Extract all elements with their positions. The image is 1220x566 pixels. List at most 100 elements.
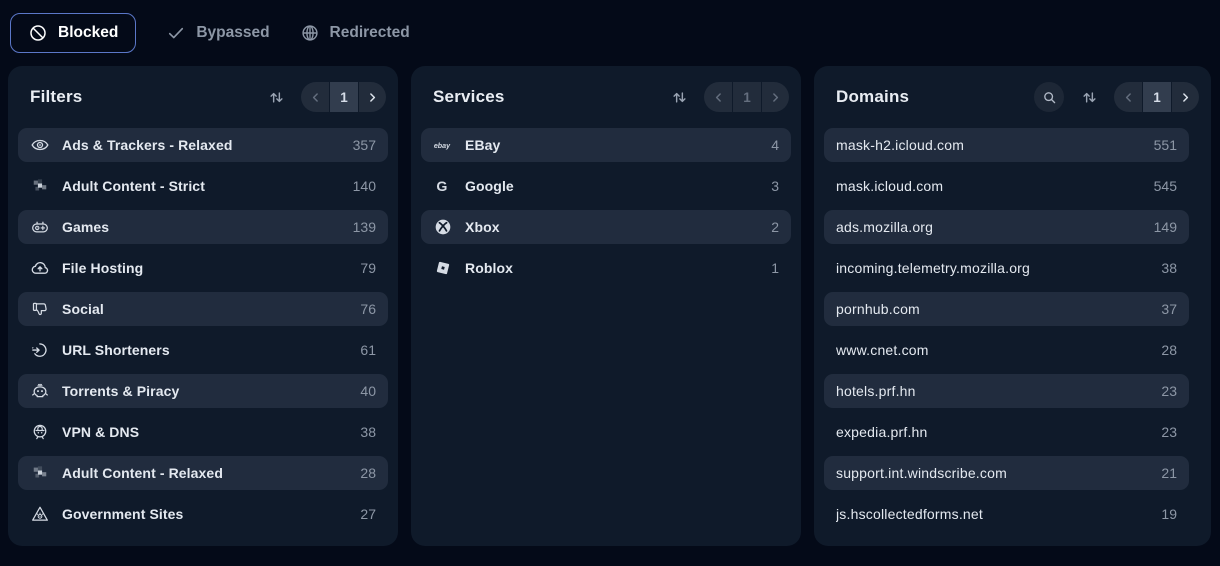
row-count: 79: [360, 260, 376, 276]
services-panel-controls: 1: [664, 82, 789, 112]
filters-list: Ads & Trackers - Relaxed 357 Adult Conte…: [18, 128, 388, 531]
row-count: 2: [771, 219, 779, 235]
thumbs-down-icon: [30, 299, 50, 319]
filters-panel: Filters 1 Ads & Trackers - Relaxed 357 A…: [8, 66, 398, 546]
row-count: 37: [1161, 301, 1177, 317]
chevron-right-icon: [365, 90, 380, 105]
sort-button[interactable]: [664, 82, 694, 112]
skull-icon: [30, 381, 50, 401]
row-count: 551: [1154, 137, 1177, 153]
domains-panel-controls: 1: [1034, 82, 1199, 112]
list-item-ads-mozilla-org[interactable]: ads.mozilla.org 149: [824, 210, 1189, 244]
chevron-left-icon: [1121, 90, 1136, 105]
page-number: 1: [1142, 82, 1171, 112]
row-count: 38: [1161, 260, 1177, 276]
prev-page-button[interactable]: [301, 82, 329, 112]
blocked-icon: [28, 23, 48, 43]
list-item-mask-icloud-com[interactable]: mask.icloud.com 545: [824, 169, 1189, 203]
row-count: 40: [360, 383, 376, 399]
services-list: EBay 4 Google 3 Xbox 2 Roblox 1: [421, 128, 791, 285]
tab-redirected[interactable]: Redirected: [300, 14, 410, 52]
prev-page-button[interactable]: [704, 82, 732, 112]
xbox-icon: [433, 217, 453, 237]
next-page-button[interactable]: [358, 82, 386, 112]
url-arrow-icon: [30, 340, 50, 360]
list-item-games[interactable]: Games 139: [18, 210, 388, 244]
list-item-js-hscollectedforms-net[interactable]: js.hscollectedforms.net 19: [824, 497, 1189, 531]
analytics-panels: Filters 1 Ads & Trackers - Relaxed 357 A…: [0, 66, 1220, 546]
row-count: 21: [1161, 465, 1177, 481]
filters-panel-controls: 1: [261, 82, 386, 112]
chevron-left-icon: [711, 90, 726, 105]
row-count: 4: [771, 137, 779, 153]
services-panel-title: Services: [433, 87, 664, 107]
filters-panel-title: Filters: [30, 87, 261, 107]
domains-panel: Domains 1 mask-h2.icloud.com 551 mask.ic…: [814, 66, 1211, 546]
list-item-url-shorteners[interactable]: URL Shorteners 61: [18, 333, 388, 367]
list-item-mask-h2-icloud-com[interactable]: mask-h2.icloud.com 551: [824, 128, 1189, 162]
row-count: 38: [360, 424, 376, 440]
list-item-pornhub-com[interactable]: pornhub.com 37: [824, 292, 1189, 326]
chevron-right-icon: [1178, 90, 1193, 105]
list-item-hotels-prf-hn[interactable]: hotels.prf.hn 23: [824, 374, 1189, 408]
list-item-social[interactable]: Social 76: [18, 292, 388, 326]
pixelated-icon: [30, 463, 50, 483]
list-item-file-hosting[interactable]: File Hosting 79: [18, 251, 388, 285]
row-count: 139: [353, 219, 376, 235]
list-item-xbox[interactable]: Xbox 2: [421, 210, 791, 244]
list-item-torrents-piracy[interactable]: Torrents & Piracy 40: [18, 374, 388, 408]
tab-bypassed[interactable]: Bypassed: [166, 14, 269, 52]
incognito-icon: [30, 422, 50, 442]
row-count: 149: [1154, 219, 1177, 235]
sort-icon: [670, 88, 689, 107]
chevron-right-icon: [768, 90, 783, 105]
page-number: 1: [732, 82, 761, 112]
domains-pagination: 1: [1114, 82, 1199, 112]
list-item-www-cnet-com[interactable]: www.cnet.com 28: [824, 333, 1189, 367]
globe-icon: [300, 23, 320, 43]
ebay-icon: [433, 135, 453, 155]
search-button[interactable]: [1034, 82, 1064, 112]
list-item-adult-content-strict[interactable]: Adult Content - Strict 140: [18, 169, 388, 203]
prev-page-button[interactable]: [1114, 82, 1142, 112]
list-item-expedia-prf-hn[interactable]: expedia.prf.hn 23: [824, 415, 1189, 449]
list-item-support-int-windscribe-com[interactable]: support.int.windscribe.com 21: [824, 456, 1189, 490]
cloud-upload-icon: [30, 258, 50, 278]
sort-icon: [267, 88, 286, 107]
roblox-icon: [433, 258, 453, 278]
list-item-roblox[interactable]: Roblox 1: [421, 251, 791, 285]
next-page-button[interactable]: [1171, 82, 1199, 112]
list-item-adult-content-relaxed[interactable]: Adult Content - Relaxed 28: [18, 456, 388, 490]
page-number: 1: [329, 82, 358, 112]
row-count: 27: [360, 506, 376, 522]
next-page-button[interactable]: [761, 82, 789, 112]
list-item-ads-trackers-relaxed[interactable]: Ads & Trackers - Relaxed 357: [18, 128, 388, 162]
row-count: 28: [360, 465, 376, 481]
row-count: 140: [353, 178, 376, 194]
pixelated-icon: [30, 176, 50, 196]
search-icon: [1041, 89, 1058, 106]
sort-button[interactable]: [1074, 82, 1104, 112]
row-count: 61: [360, 342, 376, 358]
list-item-vpn-dns[interactable]: VPN & DNS 38: [18, 415, 388, 449]
domains-panel-title: Domains: [836, 87, 1034, 107]
domains-list: mask-h2.icloud.com 551 mask.icloud.com 5…: [824, 128, 1189, 531]
row-count: 23: [1161, 383, 1177, 399]
row-count: 23: [1161, 424, 1177, 440]
row-count: 3: [771, 178, 779, 194]
eye-icon: [30, 135, 50, 155]
list-item-ebay[interactable]: EBay 4: [421, 128, 791, 162]
filters-panel-header: Filters 1: [18, 80, 388, 112]
row-count: 357: [353, 137, 376, 153]
sort-button[interactable]: [261, 82, 291, 112]
pyramid-eye-icon: [30, 504, 50, 524]
list-item-google[interactable]: Google 3: [421, 169, 791, 203]
google-icon: [433, 176, 453, 196]
domains-panel-header: Domains 1: [824, 80, 1201, 112]
list-item-incoming-telemetry-mozilla-org[interactable]: incoming.telemetry.mozilla.org 38: [824, 251, 1189, 285]
services-pagination: 1: [704, 82, 789, 112]
tab-blocked[interactable]: Blocked: [10, 13, 136, 53]
list-item-government-sites[interactable]: Government Sites 27: [18, 497, 388, 531]
services-panel: Services 1 EBay 4 Google 3 Xbox 2 Roblox: [411, 66, 801, 546]
row-count: 28: [1161, 342, 1177, 358]
